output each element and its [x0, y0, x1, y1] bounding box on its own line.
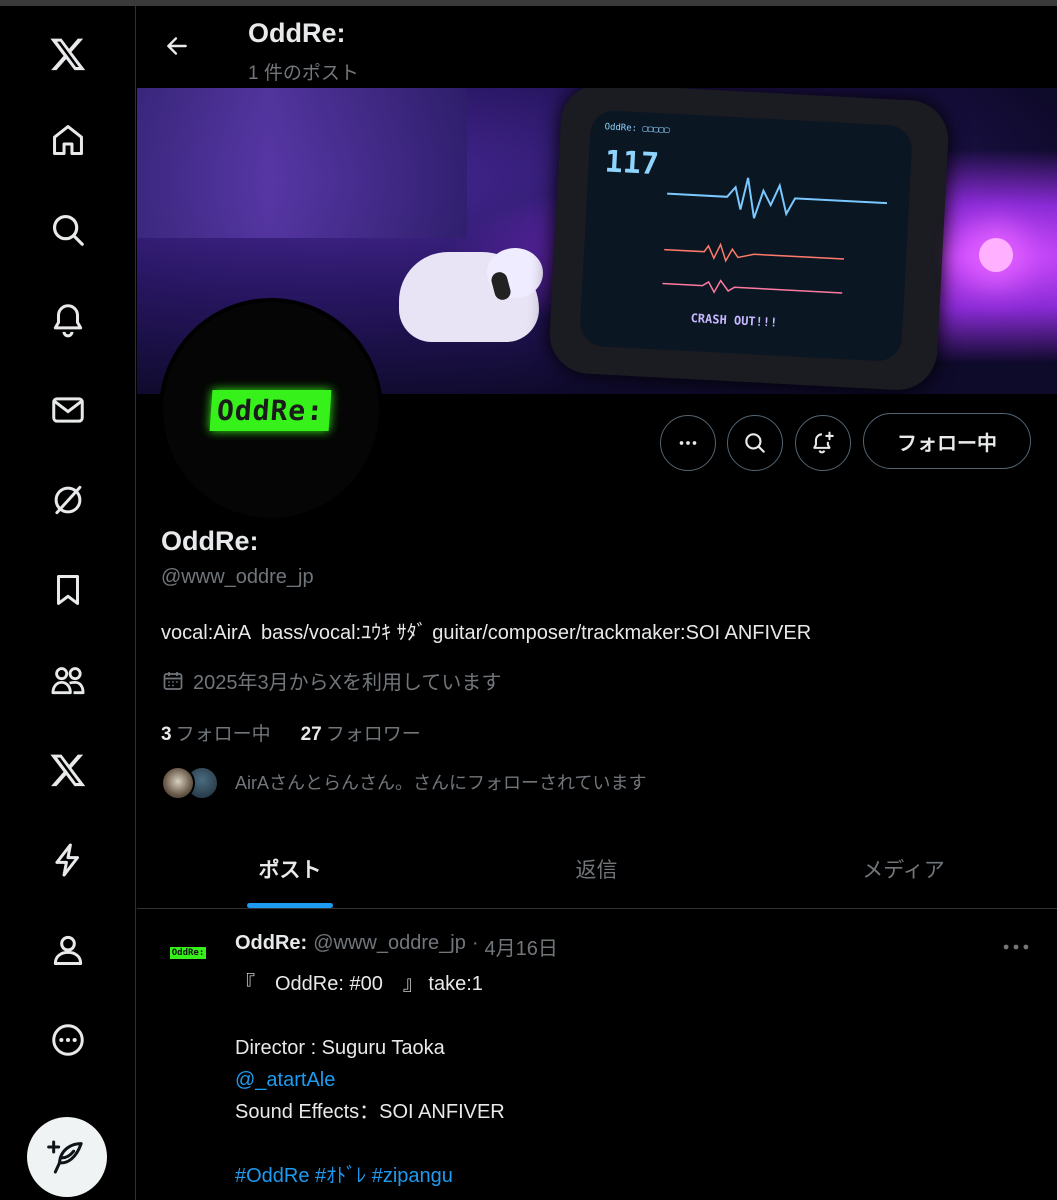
- header-title: OddRe:: [248, 18, 346, 48]
- post-header: OddRe: @www_oddre_jp · 4月16日: [235, 932, 558, 961]
- join-date-text: 2025年3月からXを利用しています: [193, 672, 502, 694]
- post-mention-link[interactable]: @_atartAle: [235, 1064, 505, 1096]
- premium-x-icon[interactable]: [40, 742, 96, 798]
- bell-icon[interactable]: [40, 292, 96, 348]
- following-label: フォロー中: [175, 724, 271, 745]
- avatar-logo: OddRe:: [209, 389, 333, 431]
- arrow-left-icon: [167, 37, 187, 55]
- mail-icon[interactable]: [40, 382, 96, 438]
- followers-count: 27: [300, 724, 322, 745]
- post-avatar-logo: OddRe:: [169, 947, 207, 959]
- post-more-button[interactable]: [999, 932, 1033, 962]
- calendar-icon: [163, 671, 183, 690]
- profile-main-column: OddRe: 1 件のポスト OddRe: ▢▢▢▢▢ 117 CRASH OU…: [137, 6, 1057, 1200]
- communities-icon[interactable]: [40, 652, 96, 708]
- profile-icon[interactable]: [40, 922, 96, 978]
- following-count: 3: [161, 724, 172, 745]
- grok-icon[interactable]: [40, 472, 96, 528]
- profile-bio: vocal:AirA bass/vocal:ﾕｳｷ ｻﾀﾞ guitar/com…: [161, 622, 812, 644]
- post-author-name[interactable]: OddRe:: [235, 932, 307, 961]
- tab-media[interactable]: メディア: [750, 829, 1057, 909]
- more-options-button[interactable]: [660, 415, 716, 471]
- banner-lamp-light: [979, 238, 1013, 272]
- following-link[interactable]: 3 フォロー中: [161, 719, 271, 746]
- bell-plus-icon: [813, 431, 834, 454]
- followers-link[interactable]: 27 フォロワー: [301, 719, 421, 746]
- x-logo-icon[interactable]: [40, 26, 96, 82]
- post-author-avatar[interactable]: OddRe:: [159, 924, 217, 982]
- more-horizontal-icon: [679, 441, 697, 445]
- profile-search-button[interactable]: [727, 415, 783, 471]
- followed-by-link[interactable]: AirAさんとらんさん。さんにフォローされています: [161, 762, 646, 802]
- post-hashtags[interactable]: #OddRe #ｵﾄﾞﾚ #zipangu: [235, 1160, 505, 1192]
- post-separator: ·: [471, 932, 479, 954]
- tab-posts[interactable]: ポスト: [137, 829, 443, 909]
- followed-by-avatars: [161, 762, 223, 802]
- banner-monitor: OddRe: ▢▢▢▢▢ 117 CRASH OUT!!!: [547, 88, 951, 392]
- profile-handle: @www_oddre_jp: [161, 566, 314, 588]
- notify-button[interactable]: [795, 415, 851, 471]
- sidebar-nav: [0, 6, 136, 1200]
- search-icon[interactable]: [40, 202, 96, 258]
- profile-display-name: OddRe:: [161, 526, 259, 556]
- more-horizontal-icon: [1003, 944, 1029, 950]
- followers-label: フォロワー: [325, 724, 421, 745]
- avatar-logo-area: OddRe:: [163, 302, 379, 518]
- profile-header-bar: OddRe: 1 件のポスト: [137, 6, 1057, 88]
- post-date[interactable]: 4月16日: [485, 932, 558, 961]
- post-line-director: Director : Suguru Taoka: [235, 1037, 445, 1059]
- post-count: 1 件のポスト: [248, 63, 359, 84]
- home-icon[interactable]: [40, 112, 96, 168]
- followed-by-text: AirAさんとらんさん。さんにフォローされています: [235, 773, 647, 793]
- post-line-sound: Sound Effects：SOI ANFIVER: [235, 1101, 505, 1123]
- post-author-handle[interactable]: @www_oddre_jp: [313, 932, 466, 961]
- join-date: 2025年3月からXを利用しています: [161, 666, 501, 695]
- active-tab-indicator: [247, 903, 333, 908]
- post-line-blank: [235, 1000, 505, 1032]
- post-text: 『 OddRe: #00 』 take:1 Director : Suguru …: [235, 968, 505, 1192]
- banner-cloth-shape: [137, 88, 467, 238]
- compose-icon: [47, 1140, 83, 1174]
- search-icon: [745, 433, 765, 453]
- post-item[interactable]: OddRe: OddRe: @www_oddre_jp · 4月16日 『 Od…: [137, 910, 1057, 1200]
- compose-post-button[interactable]: [27, 1117, 107, 1197]
- banner-monitor-screen: OddRe: ▢▢▢▢▢ 117 CRASH OUT!!!: [579, 109, 914, 363]
- follower-avatar-1: [161, 766, 195, 800]
- back-button[interactable]: [157, 26, 197, 66]
- lightning-icon[interactable]: [40, 832, 96, 888]
- tab-replies[interactable]: 返信: [443, 829, 750, 909]
- post-line-blank-2: [235, 1128, 505, 1160]
- following-button[interactable]: フォロー中: [863, 413, 1031, 469]
- profile-tabs: ポスト 返信 メディア: [137, 829, 1057, 909]
- bookmark-icon[interactable]: [40, 562, 96, 618]
- post-line-title: 『 OddRe: #00 』 take:1: [235, 973, 483, 995]
- follow-counts: 3 フォロー中 27 フォロワー: [161, 719, 421, 746]
- more-circle-icon[interactable]: [40, 1012, 96, 1068]
- profile-avatar[interactable]: OddRe:: [159, 298, 383, 522]
